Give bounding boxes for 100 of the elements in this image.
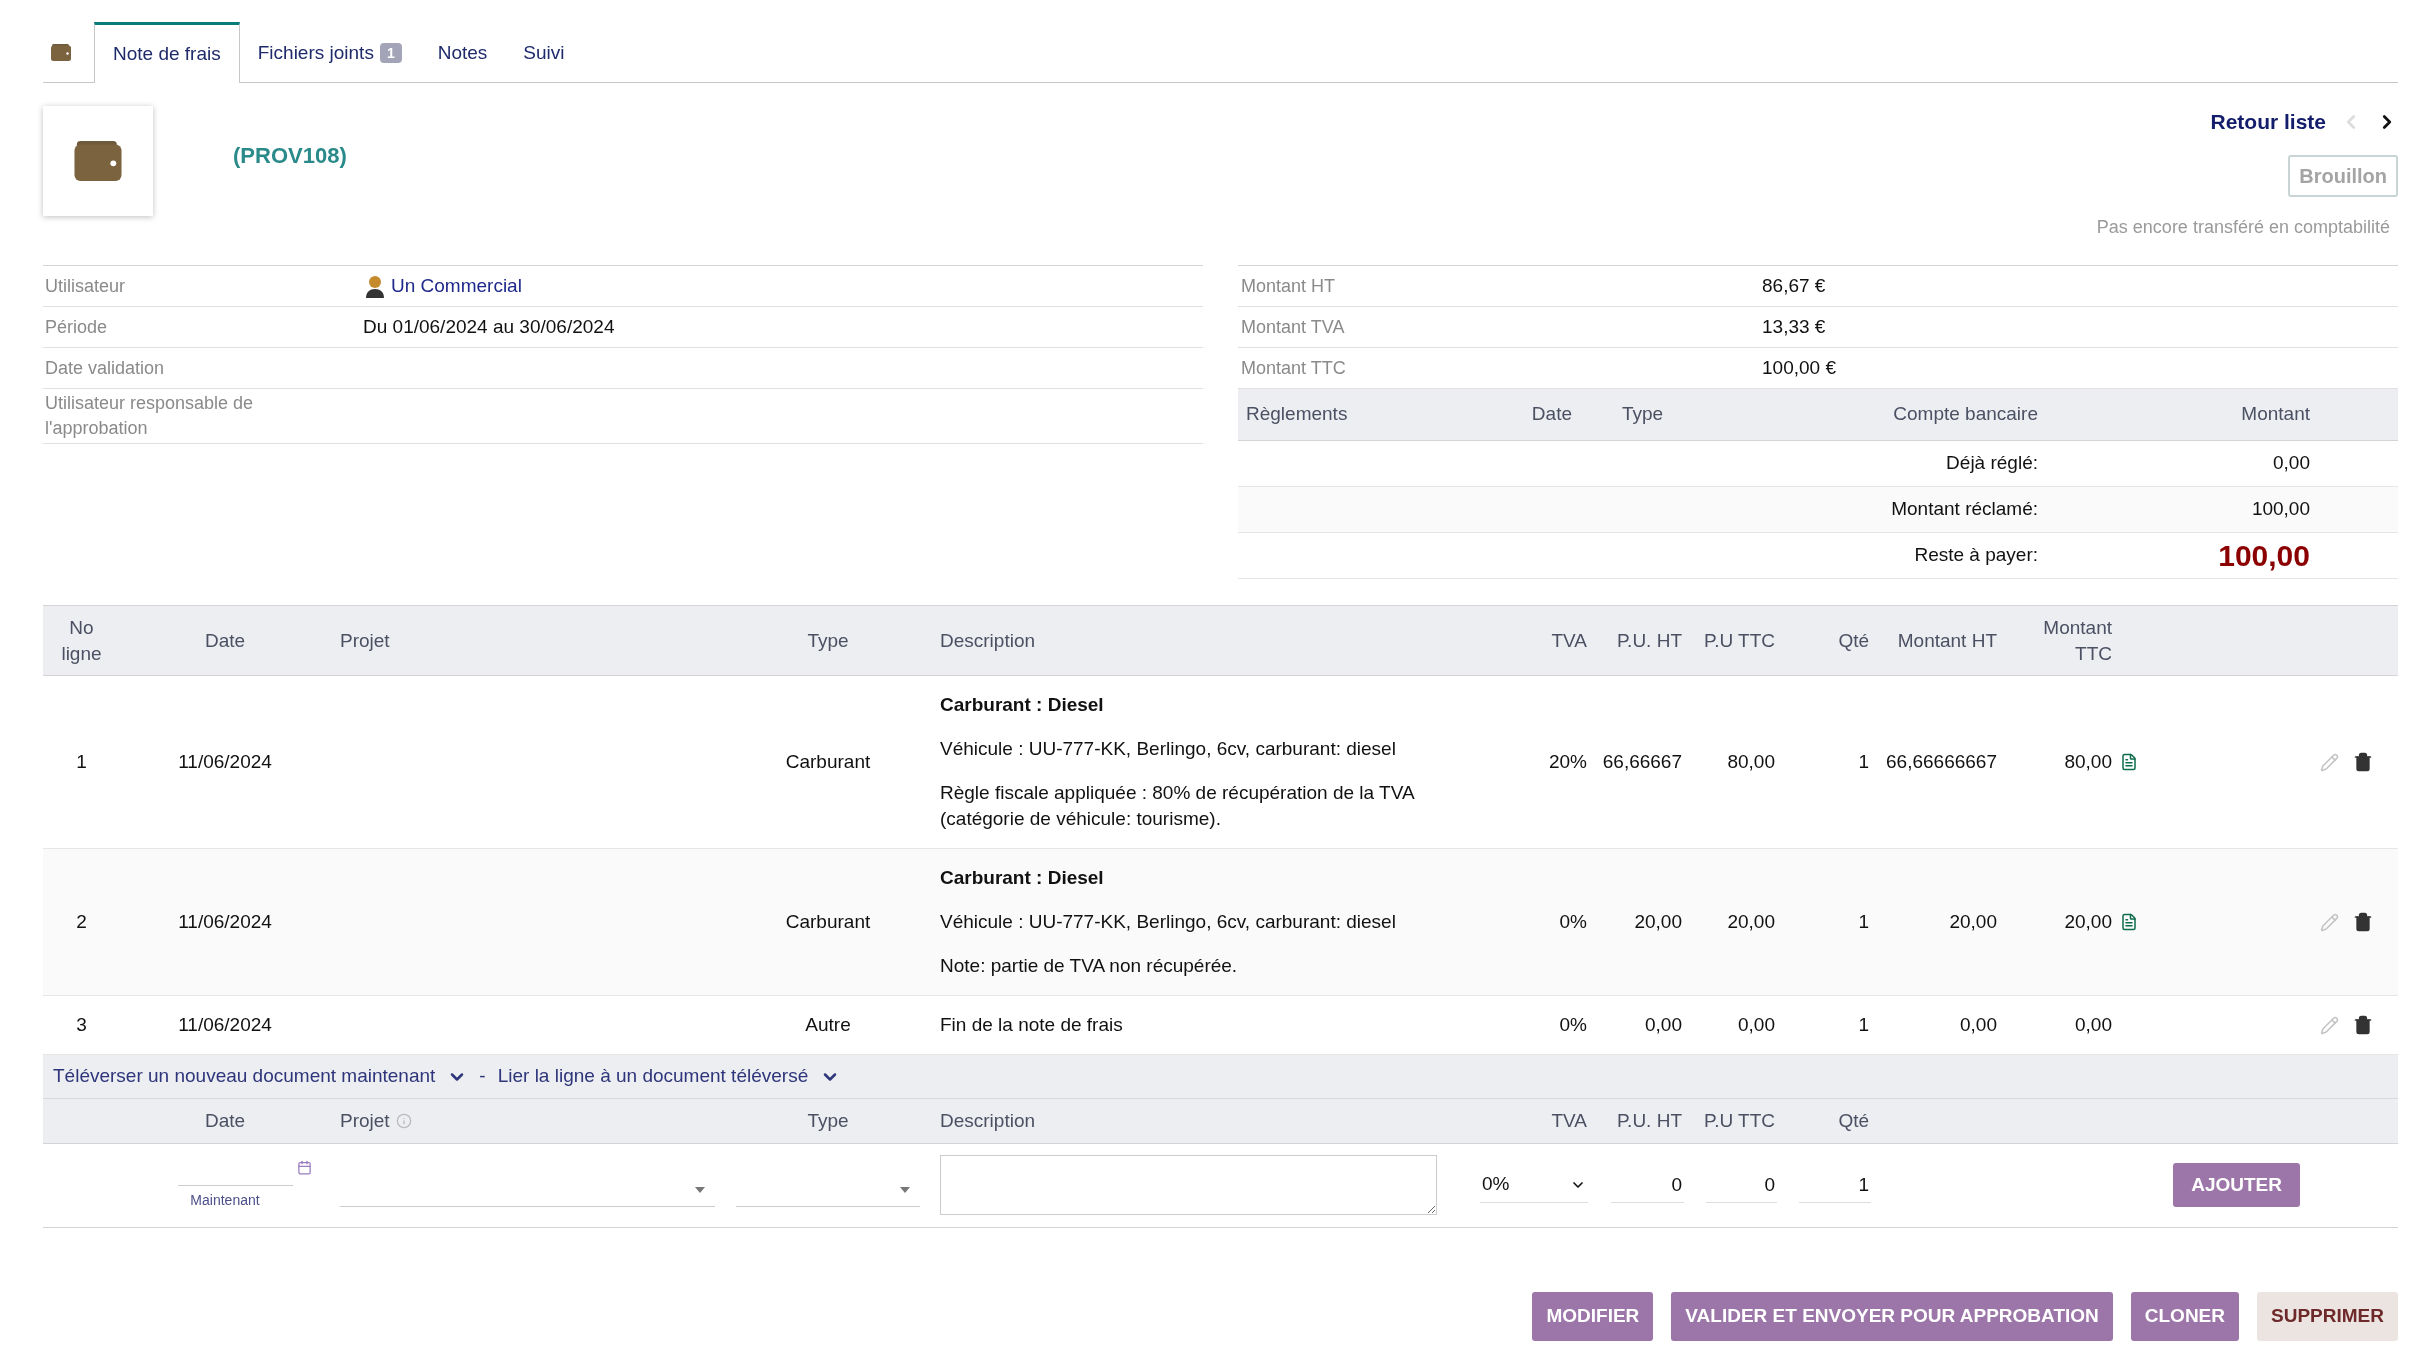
action-button[interactable]: MODIFIER [1532,1291,1654,1341]
table-cell: 0,00 [1595,995,1690,1055]
column-header: Montant HT [1897,629,1997,651]
column-header: Date [204,629,246,651]
column-header: Date [1530,402,1573,427]
column-header: Règlements [1245,402,1349,427]
column-header: Projet [340,1108,390,1133]
column-header: P.U. HT [1616,629,1682,651]
field-label: Montant HT [1240,274,1337,298]
table-cell: 80,00 [2005,675,2120,849]
link-document-link[interactable]: Lier la ligne à un document téléversé [497,1062,809,1091]
description-text: Note: partie de TVA non récupérée. [940,954,1239,978]
add-button[interactable]: AJOUTER [2173,1163,2300,1207]
number-field[interactable]: 0 [1611,1167,1684,1203]
action-button[interactable]: CLONER [2130,1291,2240,1341]
action-button[interactable]: VALIDER ET ENVOYER POUR APPROBATION [1671,1291,2113,1341]
table-cell: 20,00 [2005,848,2120,996]
table-cell: 80,00 [1690,675,1783,849]
table-cell: 1 [1783,995,1877,1055]
table-cell: 0% [1530,995,1595,1055]
column-header: Type [807,1109,849,1131]
column-header: P.U TTC [1703,629,1775,651]
calendar-icon[interactable] [297,1159,312,1175]
delete-icon[interactable] [2353,912,2373,932]
table-cell: 1 [1783,675,1877,849]
table-cell: 1 [43,675,120,849]
table-cell: 20% [1530,675,1595,849]
accounting-status: Pas encore transféré en comptabilité [2096,215,2390,239]
back-link[interactable]: Retour liste [2210,106,2326,138]
tab[interactable]: Note de frais [94,22,240,83]
table-cell: Carburant [750,848,906,996]
table-cell: 0,00 [2005,995,2120,1055]
column-header: P.U TTC [1703,1109,1775,1131]
column-header: Montant TTC [2043,616,2112,664]
upload-link[interactable]: Téléverser un nouveau document maintenant [53,1062,436,1091]
field-label: Date validation [44,356,166,380]
column-header: Description [940,629,1036,651]
table-cell: 0,00 [1690,995,1783,1055]
description-text: Règle fiscale appliquée : 80% de récupération de la TVA (catégorie de véhicule: tourisme). [940,781,1416,831]
table-cell: 0% [1530,848,1595,996]
vat-select[interactable]: 0% [1480,1167,1588,1203]
column-header: No ligne [60,615,103,666]
reference-title: (PROV108) [233,142,347,170]
column-header: Montant [2240,402,2310,427]
tab[interactable]: Suivi [505,21,583,82]
field-value: 86,67 € [1762,273,1826,298]
field-label: Montant TTC [1240,356,1347,380]
field-label: Utilisateur [44,274,127,298]
table-cell: 20,00 [1877,848,2005,996]
tab[interactable]: Notes [419,21,506,82]
delete-icon[interactable] [2353,1015,2373,1035]
column-header: Type [1621,402,1665,427]
number-field[interactable]: 0 [1706,1167,1777,1203]
description-text: Carburant : Diesel [940,866,1105,890]
tab[interactable]: Fichiers joints 1 [239,21,420,82]
summary-label: Reste à payer: [1913,543,2038,568]
field-label: Montant TVA [1240,315,1346,339]
delete-icon[interactable] [2353,752,2373,772]
table-cell: 0,00 [1877,995,2005,1055]
user-link[interactable]: Un Commercial [391,271,522,301]
wallet-icon [51,43,71,61]
summary-value: 100,00 [2250,497,2310,522]
table-cell: 11/06/2024 [120,848,330,996]
now-link[interactable]: Maintenant [190,1189,260,1211]
status-badge: Brouillon [2288,154,2398,197]
field-value: Du 01/06/2024 au 30/06/2024 [363,314,615,339]
column-header: P.U. HT [1616,1109,1682,1131]
table-cell: 66,66666667 [1877,675,2005,849]
table-cell: Autre [750,995,906,1055]
number-field[interactable]: 1 [1799,1167,1871,1203]
description-text: Carburant : Diesel [940,693,1105,717]
field-label: Période [44,315,109,339]
table-cell: Carburant [750,675,906,849]
table-cell: 20,00 [1595,848,1690,996]
field-value: 13,33 € [1762,314,1826,339]
summary-value: 100,00 [2217,538,2310,574]
description-text: Véhicule : UU-777-KK, Berlingo, 6cv, carburant: diesel [940,910,1397,934]
separator-text: - [479,1064,486,1089]
column-header: TVA [1551,629,1587,651]
table-cell: 66,66667 [1595,675,1690,849]
table-cell: 2 [43,848,120,996]
summary-label: Montant réclamé: [1890,497,2038,522]
table-cell: 20,00 [1690,848,1783,996]
pdf-file-icon[interactable] [2120,912,2138,932]
description-text: Fin de la note de frais [940,1013,1124,1037]
column-header: Date [204,1109,246,1131]
summary-label: Déjà réglé: [1945,451,2038,476]
column-header: Projet [340,629,390,651]
description-field[interactable] [940,1155,1437,1215]
user-avatar-icon [363,274,387,298]
table-cell: 11/06/2024 [120,675,330,849]
action-button[interactable]: SUPPRIMER [2257,1291,2398,1341]
field-label: Utilisateur responsable de l'approbation [44,392,255,440]
column-header: Qté [1838,1109,1869,1131]
pdf-file-icon[interactable] [2120,752,2138,772]
count-badge: 1 [379,43,402,63]
description-text: Véhicule : UU-777-KK, Berlingo, 6cv, carburant: diesel [940,737,1397,761]
column-header: Type [807,629,849,651]
field-value: 100,00 € [1762,355,1836,380]
table-cell: 3 [43,995,120,1055]
